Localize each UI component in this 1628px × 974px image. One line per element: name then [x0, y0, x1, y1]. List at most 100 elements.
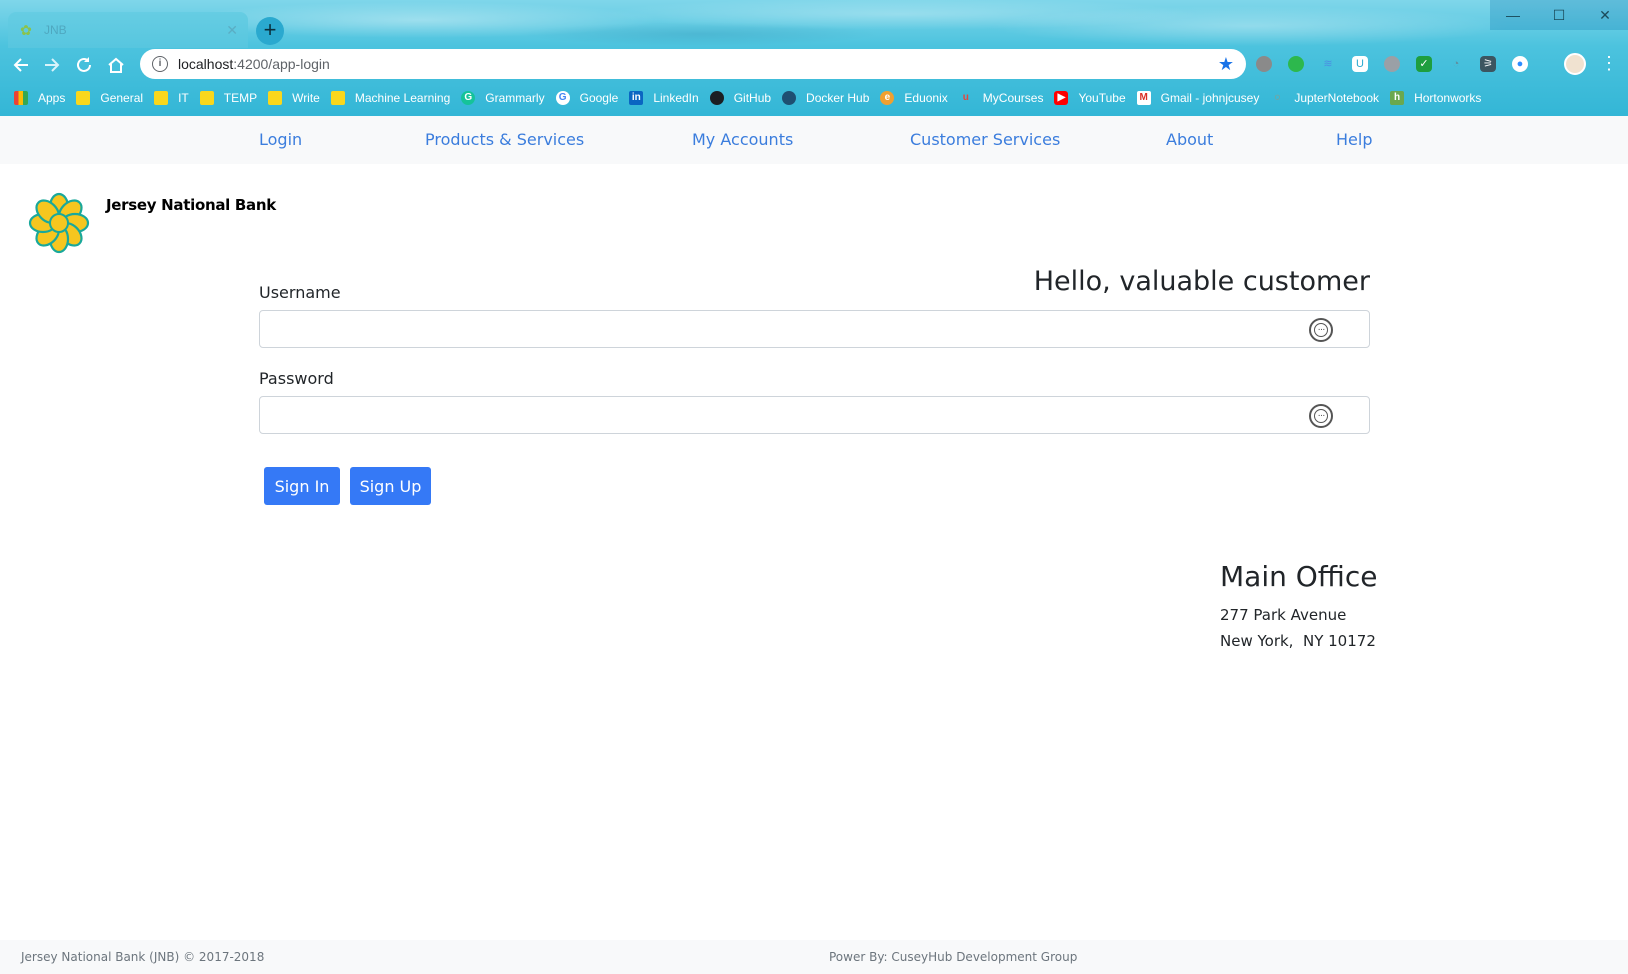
password-input[interactable]: ···	[259, 396, 1370, 434]
extension-2-icon[interactable]	[1288, 56, 1304, 72]
profile-avatar[interactable]	[1564, 53, 1586, 75]
folder-icon	[154, 91, 169, 105]
extension-6-icon[interactable]: ✓	[1416, 56, 1432, 72]
site-info-icon[interactable]: i	[152, 56, 168, 72]
mycourses-icon: u	[962, 92, 969, 103]
bookmark-label: Write	[292, 91, 320, 105]
nav-login[interactable]: Login	[259, 130, 302, 149]
bookmark-label: Machine Learning	[354, 91, 451, 105]
linkedin-icon: in	[629, 91, 644, 105]
reload-icon[interactable]	[72, 53, 96, 77]
bookmark-gmail[interactable]: M Gmail - johnjcusey	[1135, 86, 1269, 110]
bookmark-write[interactable]: Write	[266, 86, 329, 110]
tab-close-icon[interactable]: ✕	[226, 22, 238, 39]
address-bar[interactable]: i localhost:4200/app-login ★	[140, 49, 1246, 79]
tab-title: JNB	[44, 23, 67, 37]
bookmark-label: MyCourses	[982, 91, 1044, 105]
jnb-logo-icon	[28, 192, 90, 254]
extension-3-icon[interactable]: ≋	[1320, 56, 1336, 72]
docker-icon	[782, 91, 797, 105]
bookmark-apps[interactable]: Apps	[12, 86, 74, 110]
bookmark-machine-learning[interactable]: Machine Learning	[329, 86, 459, 110]
sign-in-button[interactable]: Sign In	[264, 467, 340, 505]
nav-help[interactable]: Help	[1336, 130, 1372, 149]
bookmark-label: Grammarly	[485, 91, 545, 105]
folder-icon	[199, 91, 214, 105]
nav-products-services[interactable]: Products & Services	[425, 130, 584, 149]
main-office-title: Main Office	[1220, 560, 1378, 593]
page-footer: Jersey National Bank (JNB) © 2017-2018 P…	[0, 940, 1628, 974]
github-icon	[709, 91, 724, 105]
google-icon: G	[555, 91, 570, 105]
sign-up-button[interactable]: Sign Up	[350, 467, 431, 505]
bookmark-label: TEMP	[223, 91, 258, 105]
url-path: :4200/app-login	[233, 56, 330, 72]
bookmark-jupyter[interactable]: ◌ JupterNotebook	[1268, 86, 1388, 110]
grammarly-icon: G	[461, 91, 476, 105]
nav-about[interactable]: About	[1166, 130, 1213, 149]
bookmark-label: YouTube	[1078, 91, 1126, 105]
bookmark-general[interactable]: General	[74, 86, 152, 110]
forward-arrow-icon[interactable]	[40, 53, 64, 77]
folder-icon	[330, 91, 345, 105]
bookmark-linkedin[interactable]: in LinkedIn	[627, 86, 707, 110]
footer-copyright: Jersey National Bank (JNB) © 2017-2018	[21, 950, 265, 964]
extension-5-icon[interactable]	[1384, 56, 1400, 72]
bookmark-hortonworks[interactable]: h Hortonworks	[1388, 86, 1490, 110]
folder-icon	[268, 91, 283, 105]
office-address-line-2: New York, NY 10172	[1220, 632, 1376, 650]
bookmark-mycourses[interactable]: u MyCourses	[957, 86, 1053, 110]
jupyter-icon: ◌	[1274, 92, 1281, 103]
jnb-favicon-icon: ✿	[20, 22, 32, 38]
bookmark-github[interactable]: GitHub	[708, 86, 780, 110]
bookmark-star-icon[interactable]: ★	[1218, 54, 1234, 75]
window-close-button[interactable]: ✕	[1582, 0, 1628, 30]
extension-9-icon[interactable]: ●	[1512, 56, 1528, 72]
extension-1-icon[interactable]	[1256, 56, 1272, 72]
gmail-icon: M	[1136, 91, 1151, 105]
window-maximize-button[interactable]: ☐	[1536, 0, 1582, 30]
bookmark-it[interactable]: IT	[152, 86, 198, 110]
bookmark-google[interactable]: G Google	[554, 86, 628, 110]
username-input[interactable]: ···	[259, 310, 1370, 348]
nav-my-accounts[interactable]: My Accounts	[692, 130, 793, 149]
top-nav: Login Products & Services My Accounts Cu…	[0, 116, 1628, 164]
window-minimize-button[interactable]: —	[1490, 0, 1536, 30]
apps-grid-icon	[14, 91, 28, 105]
bookmark-temp[interactable]: TEMP	[198, 86, 266, 110]
url-host: localhost	[178, 56, 234, 72]
password-manager-icon[interactable]: ···	[1309, 404, 1333, 428]
brand-name: Jersey National Bank	[106, 196, 276, 214]
folder-icon	[76, 91, 91, 105]
bookmark-docker-hub[interactable]: Docker Hub	[780, 86, 878, 110]
password-manager-icon[interactable]: ···	[1309, 318, 1333, 342]
browser-menu-icon[interactable]: ⋮	[1600, 52, 1618, 74]
page-content: Login Products & Services My Accounts Cu…	[0, 116, 1628, 974]
new-tab-button[interactable]: +	[256, 17, 284, 45]
extension-7-icon[interactable]: ◔	[1448, 56, 1464, 72]
password-label: Password	[259, 369, 334, 388]
eduonix-icon: e	[880, 91, 895, 105]
extension-8-icon[interactable]: ⚞	[1480, 56, 1496, 72]
bookmarks-bar: Apps General IT TEMP Write Machine Learn…	[0, 84, 1628, 112]
bookmark-eduonix[interactable]: e Eduonix	[878, 86, 956, 110]
bookmark-label: JupterNotebook	[1294, 91, 1380, 105]
bookmark-label: Apps	[38, 91, 66, 105]
extension-4-icon[interactable]: U	[1352, 56, 1368, 72]
browser-tab[interactable]: ✿ JNB ✕	[8, 12, 248, 48]
bookmark-label: Google	[579, 91, 619, 105]
hortonworks-icon: h	[1390, 91, 1405, 105]
back-arrow-icon[interactable]	[9, 53, 33, 77]
bookmark-label: GitHub	[733, 91, 772, 105]
office-address-line-1: 277 Park Avenue	[1220, 606, 1347, 624]
username-label: Username	[259, 283, 341, 302]
bookmark-label: LinkedIn	[653, 91, 699, 105]
bookmark-grammarly[interactable]: G Grammarly	[459, 86, 553, 110]
greeting-heading: Hello, valuable customer	[1033, 266, 1370, 297]
footer-powered-by: Power By: CuseyHub Development Group	[829, 950, 1078, 964]
bookmark-youtube[interactable]: ▶ YouTube	[1052, 86, 1134, 110]
home-icon[interactable]	[104, 53, 128, 77]
nav-customer-services[interactable]: Customer Services	[910, 130, 1060, 149]
brand-logo[interactable]	[28, 190, 90, 256]
bookmark-label: Docker Hub	[806, 91, 870, 105]
